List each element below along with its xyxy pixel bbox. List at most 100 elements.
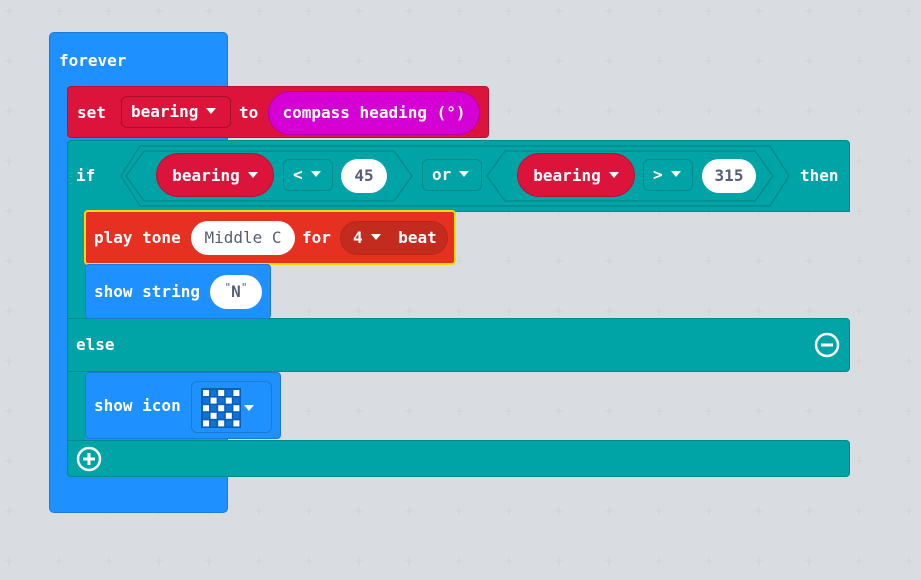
compass-heading-reporter[interactable]: compass heading (°) (268, 91, 480, 135)
grid-plus-mark: + (604, 504, 615, 518)
grid-plus-mark: + (604, 54, 615, 68)
grid-plus-mark: + (4, 154, 15, 168)
for-label: for (302, 228, 331, 247)
grid-plus-mark: + (854, 504, 865, 518)
grid-plus-mark: + (704, 504, 715, 518)
caret-down-icon (206, 107, 217, 114)
to-label: to (239, 103, 259, 122)
if-footer (67, 440, 850, 477)
grid-plus-mark: + (4, 4, 15, 18)
grid-plus-mark: + (504, 54, 515, 68)
note-value: Middle C (204, 228, 282, 247)
grid-plus-mark: + (654, 54, 665, 68)
play-tone-block[interactable]: play tone Middle C for 4 beat (84, 210, 456, 265)
grid-plus-mark: + (754, 54, 765, 68)
grid-plus-mark: + (504, 4, 515, 18)
grid-plus-mark: + (4, 554, 15, 568)
grid-plus-mark: + (904, 504, 915, 518)
bearing-variable-right[interactable]: bearing (517, 153, 635, 197)
grid-plus-mark: + (854, 404, 865, 418)
bearing-right-label: bearing (533, 166, 601, 185)
compass-heading-label: compass heading (°) (282, 103, 466, 122)
led-on (203, 390, 209, 396)
grid-plus-mark: + (454, 4, 465, 18)
grid-plus-mark: + (454, 54, 465, 68)
grid-plus-mark: + (854, 104, 865, 118)
grid-plus-mark: + (554, 104, 565, 118)
led-on (210, 397, 217, 404)
grid-plus-mark: + (254, 504, 265, 518)
led-on (218, 405, 225, 412)
led-on (218, 420, 225, 427)
else-label: else (76, 335, 115, 354)
grid-plus-mark: + (304, 504, 315, 518)
note-input[interactable]: Middle C (191, 221, 295, 255)
show-icon-block[interactable]: show icon (85, 372, 281, 439)
led-on (225, 397, 232, 404)
grid-plus-mark: + (254, 54, 265, 68)
grid-plus-mark: + (4, 504, 15, 518)
grid-plus-mark: + (4, 254, 15, 268)
grid-plus-mark: + (854, 454, 865, 468)
grid-plus-mark: + (554, 504, 565, 518)
then-label: then (800, 166, 839, 185)
grid-plus-mark: + (654, 504, 665, 518)
show-string-label: show string (94, 282, 200, 301)
led-off (210, 420, 217, 427)
led-off (203, 397, 209, 404)
grid-plus-mark: + (4, 54, 15, 68)
set-variable-block[interactable]: set bearing to compass heading (°) (67, 86, 489, 138)
grid-plus-mark: + (904, 404, 915, 418)
led-on (203, 420, 209, 427)
led-off (210, 390, 217, 396)
led-icon-preview (201, 388, 241, 428)
grid-plus-mark: + (354, 554, 365, 568)
grid-plus-mark: + (354, 4, 365, 18)
grid-plus-mark: + (904, 4, 915, 18)
beats-dropdown[interactable]: 4 beat (340, 221, 448, 255)
grid-plus-mark: + (254, 4, 265, 18)
grid-plus-mark: + (854, 154, 865, 168)
grid-plus-mark: + (354, 504, 365, 518)
string-input[interactable]: "N" (210, 275, 262, 309)
show-string-block[interactable]: show string "N" (85, 264, 271, 319)
less-than-operator-dropdown[interactable]: < (283, 159, 333, 191)
led-off (218, 412, 225, 419)
greater-than-operator-dropdown[interactable]: > (643, 159, 693, 191)
or-operator-dropdown[interactable]: or (422, 159, 482, 191)
grid-plus-mark: + (754, 504, 765, 518)
bearing-variable-left[interactable]: bearing (156, 153, 274, 197)
grid-plus-mark: + (704, 54, 715, 68)
plus-circle-icon[interactable] (76, 446, 102, 472)
led-on (225, 412, 232, 419)
grid-plus-mark: + (4, 404, 15, 418)
grid-plus-mark: + (54, 4, 65, 18)
led-off (225, 390, 232, 396)
grid-plus-mark: + (54, 554, 65, 568)
led-off (203, 412, 209, 419)
grid-plus-mark: + (854, 354, 865, 368)
led-on (203, 405, 209, 412)
grid-plus-mark: + (204, 554, 215, 568)
grid-plus-mark: + (254, 554, 265, 568)
greater-than-label: > (653, 165, 663, 184)
right-value: 315 (714, 166, 744, 185)
grid-plus-mark: + (504, 554, 515, 568)
grid-plus-mark: + (904, 104, 915, 118)
set-variable-dropdown[interactable]: bearing (121, 96, 231, 128)
minus-circle-icon[interactable] (814, 332, 840, 358)
forever-label: forever (59, 51, 127, 70)
led-off (233, 412, 240, 419)
caret-down-icon (670, 170, 681, 177)
grid-plus-mark: + (4, 354, 15, 368)
right-value-input[interactable]: 315 (702, 159, 756, 193)
icon-dropdown[interactable] (191, 381, 272, 433)
grid-plus-mark: + (604, 4, 615, 18)
grid-plus-mark: + (804, 4, 815, 18)
grid-plus-mark: + (654, 4, 665, 18)
left-value-input[interactable]: 45 (341, 159, 387, 193)
grid-plus-mark: + (754, 104, 765, 118)
bearing-left-label: bearing (172, 166, 240, 185)
grid-plus-mark: + (304, 554, 315, 568)
grid-plus-mark: + (4, 454, 15, 468)
